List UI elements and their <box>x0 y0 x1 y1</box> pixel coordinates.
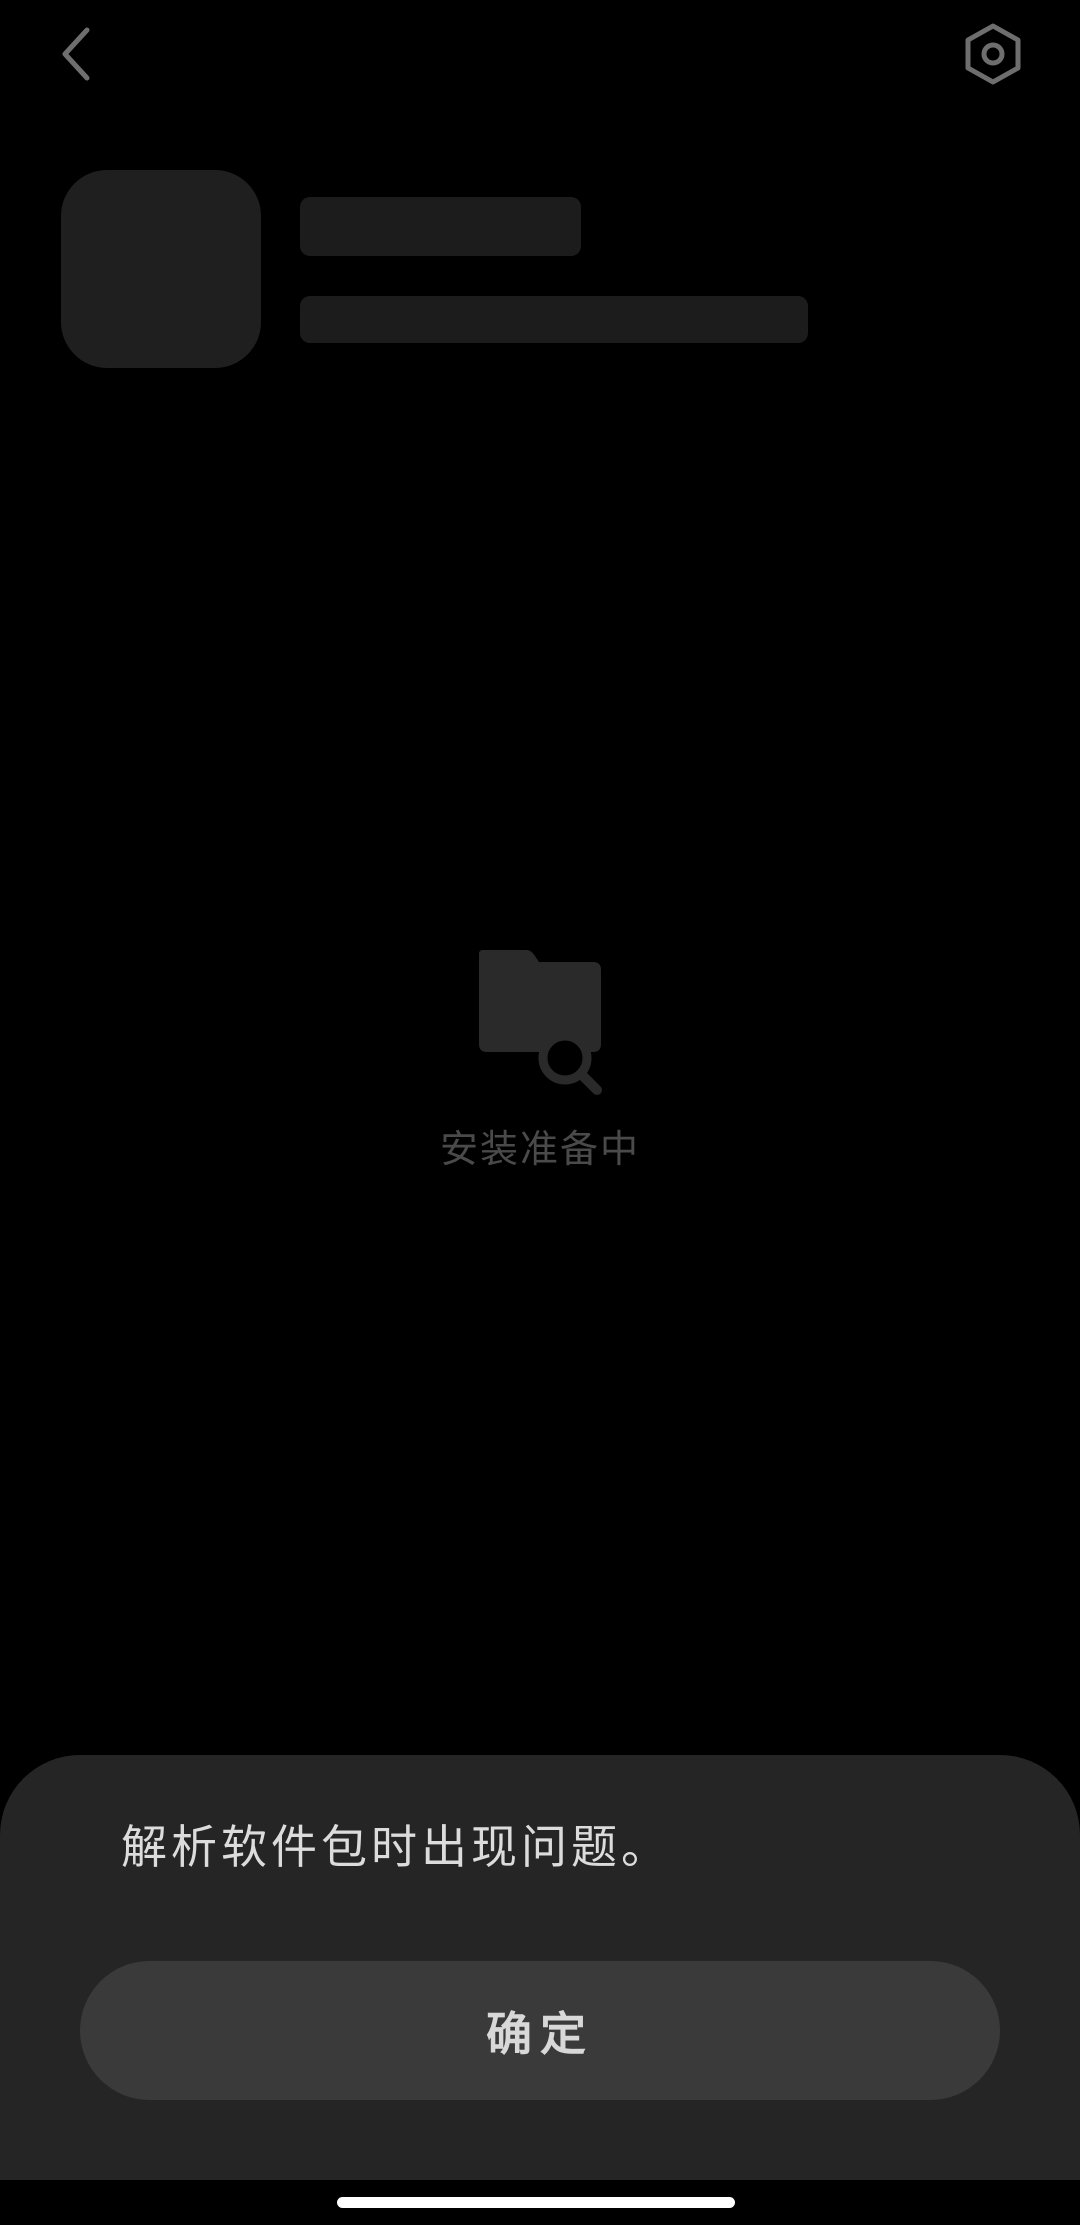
confirm-button[interactable]: 确定 <box>80 1961 1000 2100</box>
back-button[interactable] <box>40 14 110 94</box>
folder-search-icon <box>479 950 602 1095</box>
app-icon-placeholder <box>61 170 261 368</box>
hexagon-gear-icon <box>965 23 1021 85</box>
app-info-placeholder <box>300 296 808 343</box>
error-message: 解析软件包时出现问题。 <box>121 1820 671 1874</box>
settings-button[interactable] <box>950 14 1036 94</box>
preparing-text: 安装准备中 <box>439 1127 640 1171</box>
chevron-left-icon <box>62 27 90 81</box>
install-preparing-status: 安装准备中 <box>0 940 1080 1173</box>
home-indicator[interactable] <box>337 2197 735 2208</box>
error-dialog: 解析软件包时出现问题。 确定 <box>0 1755 1080 2180</box>
app-name-placeholder <box>300 197 581 256</box>
